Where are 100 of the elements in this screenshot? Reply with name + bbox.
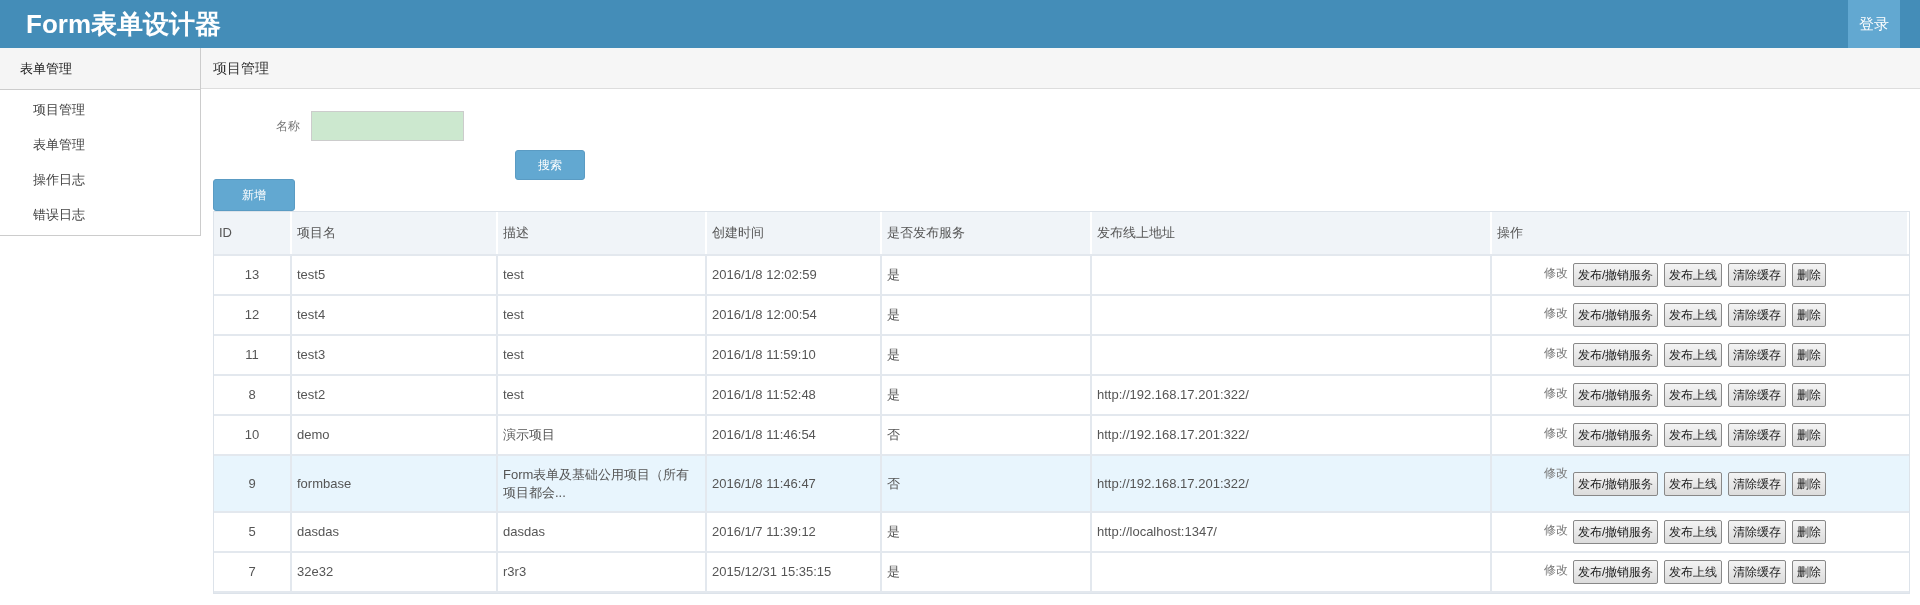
action-button[interactable]: 发布/撤销服务: [1573, 520, 1659, 544]
table-cell: 8: [248, 386, 256, 404]
name-label: 名称: [276, 118, 300, 135]
sidebar-item[interactable]: 操作日志: [33, 169, 85, 190]
table-cell: 32e32: [297, 563, 334, 581]
action-button[interactable]: 清除缓存: [1728, 343, 1787, 367]
column-header: 项目名: [297, 224, 336, 243]
table-cell: http://192.168.17.201:322/: [1097, 386, 1249, 404]
table-cell: test: [503, 306, 524, 324]
table-cell: test: [503, 346, 524, 364]
sidebar-item[interactable]: 错误日志: [33, 204, 85, 225]
table-cell: r3r3: [503, 563, 527, 581]
action-button[interactable]: 删除: [1792, 520, 1827, 544]
column-header: 描述: [503, 224, 529, 243]
action-button[interactable]: 发布/撤销服务: [1573, 471, 1659, 496]
action-button[interactable]: 清除缓存: [1728, 383, 1787, 407]
table-cell: 2016/1/8 12:00:54: [712, 306, 817, 324]
table-cell: 13: [244, 266, 260, 284]
action-button[interactable]: 删除: [1792, 383, 1827, 407]
column-header: 发布线上地址: [1097, 224, 1175, 243]
action-button[interactable]: 发布/撤销服务: [1573, 560, 1659, 584]
table-cell: test: [503, 266, 524, 284]
table-row[interactable]: 5 dasdas dasdas 2016/1/7 11:39:12 是 http://localhost:1347/ 修改 发布/撤销服务 发布上线 清除缓存 删除: [214, 513, 1909, 553]
action-button[interactable]: 发布上线: [1664, 383, 1723, 407]
table-row[interactable]: 13 test5 test 2016/1/8 12:02:59 是 修改 发布/撤销服务 发布上线 清除缓存 删除: [214, 256, 1909, 296]
table-row[interactable]: 9 formbase Form表单及基础公用项目（所有项目都会... 2016/1/8 11:46:47 否 http://192.168.17.201:322/ 修改 发布/撤销服务 发布上线 清除缓存 删除: [214, 456, 1909, 513]
action-button[interactable]: 删除: [1792, 303, 1827, 327]
table-cell: 2016/1/8 11:46:54: [712, 426, 816, 444]
action-button[interactable]: 删除: [1792, 343, 1827, 367]
table-row[interactable]: 12 test4 test 2016/1/8 12:00:54 是 修改 发布/撤销服务 发布上线 清除缓存 删除: [214, 296, 1909, 336]
table-cell: 12: [244, 306, 260, 324]
sidebar-title: 表单管理: [20, 59, 72, 78]
table-row[interactable]: 8 test2 test 2016/1/8 11:52:48 是 http://192.168.17.201:322/ 修改 发布/撤销服务 发布上线 清除缓存 删除: [214, 376, 1909, 416]
action-button[interactable]: 发布/撤销服务: [1573, 343, 1659, 367]
action-button[interactable]: 发布上线: [1664, 471, 1723, 496]
table-cell: 是: [887, 563, 900, 581]
action-button[interactable]: 发布上线: [1664, 560, 1723, 584]
table-cell: 是: [887, 346, 900, 364]
edit-link[interactable]: 修改: [1544, 384, 1568, 402]
action-button[interactable]: 发布上线: [1664, 423, 1723, 447]
action-button[interactable]: 发布上线: [1664, 263, 1723, 287]
edit-link[interactable]: 修改: [1544, 344, 1568, 362]
edit-link[interactable]: 修改: [1544, 304, 1568, 322]
action-button[interactable]: 清除缓存: [1728, 303, 1787, 327]
table-cell: test3: [297, 346, 326, 364]
action-button[interactable]: 清除缓存: [1728, 471, 1787, 496]
table-cell: test: [503, 386, 524, 404]
table-row[interactable]: 10 demo 演示项目 2016/1/8 11:46:54 否 http://192.168.17.201:322/ 修改 发布/撤销服务 发布上线 清除缓存 删除: [214, 416, 1909, 456]
action-button[interactable]: 发布上线: [1664, 343, 1723, 367]
name-input-field[interactable]: [311, 111, 464, 141]
action-button[interactable]: 清除缓存: [1728, 520, 1787, 544]
table-cell: 2015/12/31 15:35:15: [712, 563, 832, 581]
action-button[interactable]: 发布/撤销服务: [1573, 423, 1659, 447]
action-button[interactable]: 发布/撤销服务: [1573, 303, 1659, 327]
table-cell: 是: [887, 386, 900, 404]
action-button[interactable]: 清除缓存: [1728, 560, 1787, 584]
table-cell: 9: [248, 474, 256, 493]
edit-link[interactable]: 修改: [1544, 464, 1568, 482]
table-cell: 否: [887, 426, 900, 444]
column-header: ID: [219, 224, 232, 243]
panel-title: 项目管理: [213, 58, 269, 78]
table-cell: dasdas: [297, 523, 339, 541]
action-button[interactable]: 删除: [1792, 560, 1827, 584]
table-cell: 2016/1/8 11:46:47: [712, 474, 816, 493]
table-cell: 是: [887, 306, 900, 324]
sidebar-item[interactable]: 表单管理: [33, 134, 85, 155]
edit-link[interactable]: 修改: [1544, 264, 1568, 282]
action-button[interactable]: 清除缓存: [1728, 263, 1787, 287]
action-button[interactable]: 发布/撤销服务: [1573, 383, 1659, 407]
table-cell: 演示项目: [503, 426, 555, 444]
table-cell: 是: [887, 523, 900, 541]
table-cell: test5: [297, 266, 326, 284]
action-button[interactable]: 删除: [1792, 263, 1827, 287]
action-button[interactable]: 清除缓存: [1728, 423, 1787, 447]
table-cell: test2: [297, 386, 326, 404]
table-cell: 否: [887, 474, 900, 493]
action-button[interactable]: 发布上线: [1664, 520, 1723, 544]
table-cell: 11: [245, 346, 259, 364]
column-header: 是否发布服务: [887, 224, 965, 243]
table-cell: 10: [244, 426, 260, 444]
table-cell: http://192.168.17.201:322/: [1097, 426, 1249, 444]
table-cell: formbase: [297, 474, 352, 493]
edit-link[interactable]: 修改: [1544, 561, 1568, 579]
app-title: Form表单设计器: [26, 7, 221, 41]
column-header: 创建时间: [712, 224, 764, 243]
edit-link[interactable]: 修改: [1544, 521, 1568, 539]
edit-link[interactable]: 修改: [1544, 424, 1568, 442]
action-button[interactable]: 发布上线: [1664, 303, 1723, 327]
table-row[interactable]: 11 test3 test 2016/1/8 11:59:10 是 修改 发布/撤销服务 发布上线 清除缓存 删除: [214, 336, 1909, 376]
table-cell: 2016/1/8 11:59:10: [712, 346, 816, 364]
table-row[interactable]: 7 32e32 r3r3 2015/12/31 15:35:15 是 修改 发布/撤销服务 发布上线 清除缓存 删除: [214, 553, 1909, 593]
table-cell: demo: [297, 426, 330, 444]
sidebar-item[interactable]: 项目管理: [33, 99, 85, 120]
table-cell: 是: [887, 266, 900, 284]
action-button[interactable]: 删除: [1792, 423, 1827, 447]
table-cell: 2016/1/7 11:39:12: [712, 523, 816, 541]
column-header: 操作: [1497, 224, 1523, 243]
action-button[interactable]: 发布/撤销服务: [1573, 263, 1659, 287]
table-cell: http://localhost:1347/: [1097, 523, 1217, 541]
action-button[interactable]: 删除: [1792, 471, 1827, 496]
